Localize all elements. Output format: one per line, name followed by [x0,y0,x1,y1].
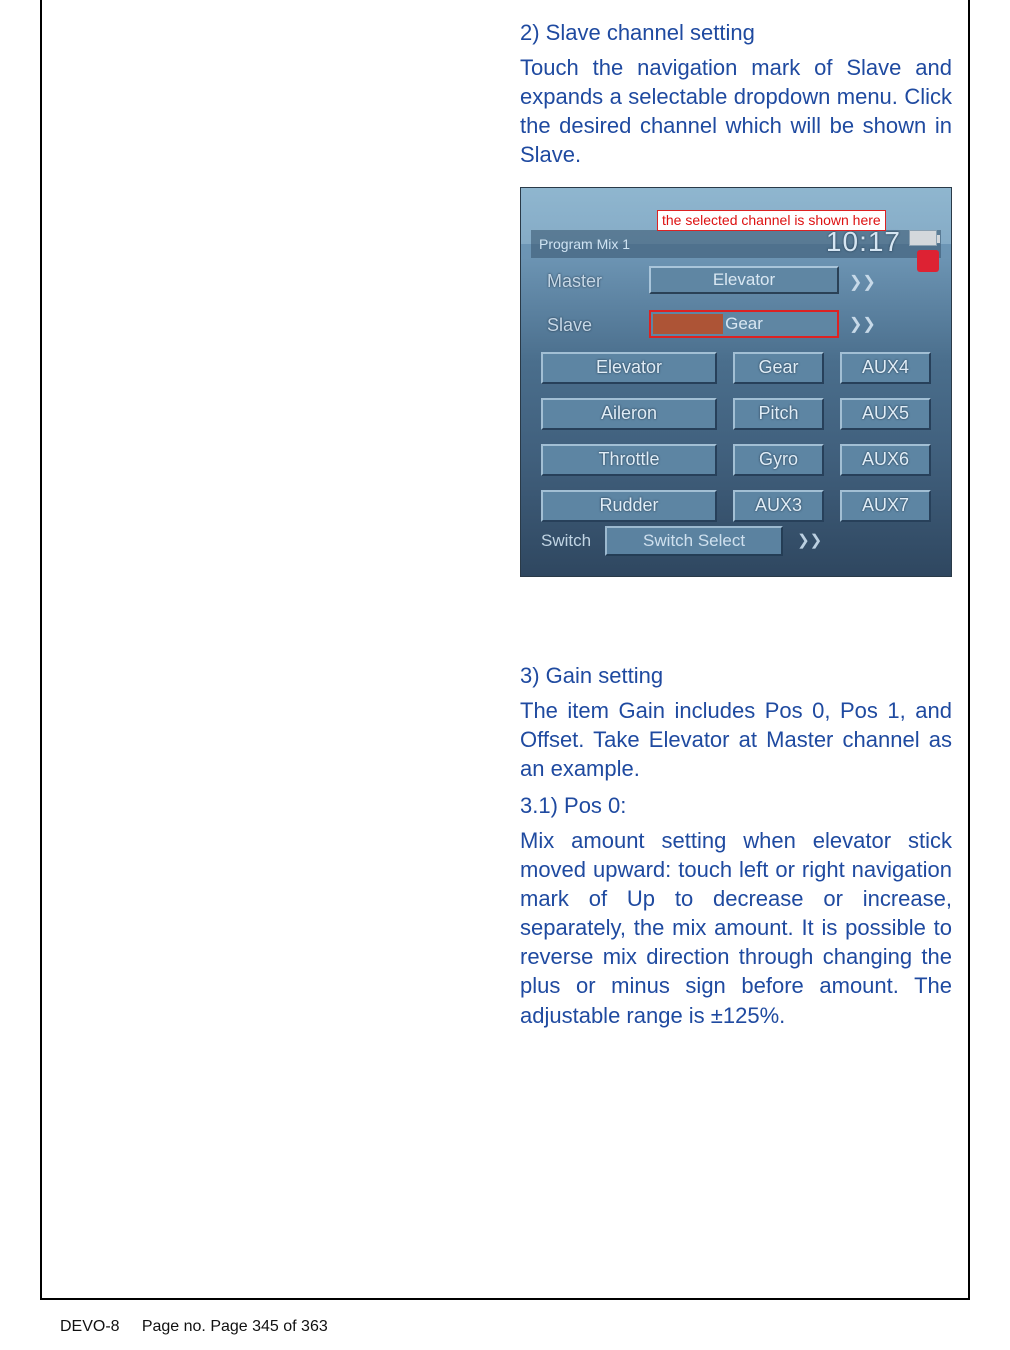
switch-select-button[interactable]: Switch Select [605,526,783,556]
page: 2) Slave channel setting Touch the navig… [0,0,1010,1350]
grid-cell[interactable]: AUX5 [840,398,931,430]
grid-cell[interactable]: Gyro [733,444,824,476]
section-3-heading: 3) Gain setting [520,661,952,690]
grid-row: Elevator Gear AUX4 [541,352,931,384]
slave-label: Slave [547,314,592,338]
frame-rule-right [968,0,970,1300]
master-value: Elevator [713,269,775,291]
section-3-1-heading: 3.1) Pos 0: [520,791,952,820]
screen-title: Program Mix 1 [539,235,630,253]
body-column: 2) Slave channel setting Touch the navig… [520,18,952,1036]
grid-row: Throttle Gyro AUX6 [541,444,931,476]
grid-cell[interactable]: Rudder [541,490,717,522]
grid-cell[interactable]: AUX6 [840,444,931,476]
callout-label: the selected channel is shown here [657,210,886,230]
master-label: Master [547,270,602,294]
frame-rule-bottom [40,1298,970,1300]
slave-field[interactable]: Gear [649,310,839,338]
record-icon [917,250,939,272]
grid-cell[interactable]: Elevator [541,352,717,384]
section-3-paragraph-2: Mix amount setting when elevator stick m… [520,826,952,1029]
switch-row: Switch Switch Select ❯❯ [541,526,822,556]
section-2-heading: 2) Slave channel setting [520,18,952,47]
footer-page: Page no. Page 345 of 363 [142,1318,328,1335]
grid-cell[interactable]: Aileron [541,398,717,430]
chevron-down-icon[interactable]: ❯❯ [849,272,876,293]
device-screenshot: the selected channel is shown here Progr… [520,187,952,577]
grid-row: Rudder AUX3 AUX7 [541,490,931,522]
chevron-down-icon[interactable]: ❯❯ [849,314,876,335]
grid-row: Aileron Pitch AUX5 [541,398,931,430]
grid-cell[interactable]: Pitch [733,398,824,430]
section-3-paragraph-1: The item Gain includes Pos 0, Pos 1, and… [520,696,952,783]
page-footer: DEVO-8 Page no. Page 345 of 363 [60,1318,328,1336]
grid-cell[interactable]: Throttle [541,444,717,476]
switch-select-label: Switch Select [643,530,745,552]
frame-rule-left [40,0,42,1300]
channel-grid: Elevator Gear AUX4 Aileron Pitch AUX5 Th… [541,352,931,536]
slave-value: Gear [725,313,763,335]
grid-cell[interactable]: Gear [733,352,824,384]
grid-cell[interactable]: AUX7 [840,490,931,522]
slave-selection-highlight [653,314,723,334]
switch-label: Switch [541,530,591,552]
master-field[interactable]: Elevator [649,266,839,294]
grid-cell[interactable]: AUX4 [840,352,931,384]
grid-cell[interactable]: AUX3 [733,490,824,522]
section-2-paragraph: Touch the navigation mark of Slave and e… [520,53,952,169]
footer-model: DEVO-8 [60,1318,120,1335]
battery-icon [909,230,937,246]
chevron-down-icon[interactable]: ❯❯ [797,531,822,551]
